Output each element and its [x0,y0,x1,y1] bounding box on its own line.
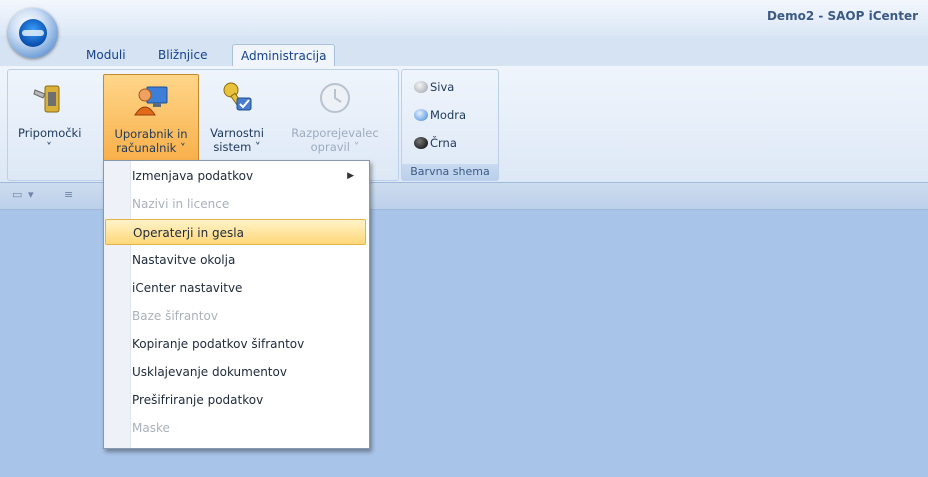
pripomocki-button[interactable]: Pripomočki ˅ [18,74,82,160]
submenu-arrow-icon: ▶ [347,171,354,181]
menu-item-nazivi-in-licence[interactable]: Nazivi in licence [105,191,366,217]
scheme-option-modra-label: Modra [430,108,467,122]
uporabnik-label: Uporabnik in [114,127,188,141]
application-menu-button[interactable] [8,8,58,58]
menu-item-operaterji-in-gesla[interactable]: Operaterji in gesla [105,219,366,245]
menu-item-usklajevanje-dokumentov[interactable]: Usklajevanje dokumentov [105,359,366,385]
scheme-option-siva-label: Siva [430,80,455,94]
uporabnik-racunalnik-button[interactable]: Uporabnik in računalnik ˅ [103,74,199,162]
menu-item-maske[interactable]: Maske [105,415,366,441]
tab-moduli[interactable]: Moduli [78,44,134,66]
razporejevalec-label-line2: opravil ˅ [310,140,360,154]
scheme-option-siva[interactable]: Siva [414,78,454,96]
varnostni-sistem-button[interactable]: Varnostni sistem ˅ [203,74,271,160]
blue-sphere-icon [414,109,428,121]
scheme-option-crna[interactable]: Črna [414,134,457,152]
ribbon-tab-row: Moduli Bližnjice Administracija [0,36,928,67]
menu-item-presifriranje-podatkov[interactable]: Prešifriranje podatkov [105,387,366,413]
gray-sphere-icon [414,81,428,93]
color-scheme-group-label: Barvna shema [402,164,498,180]
app-logo-icon [19,19,47,47]
menu-item-izmenjava-podatkov[interactable]: Izmenjava podatkov ▶ [105,163,366,189]
security-key-icon [219,80,255,116]
ribbon-group-color-scheme: Siva Modra Črna Barvna shema [401,69,499,181]
title-bar: Demo2 - SAOP iCenter [0,0,928,36]
dropdown-menu: Izmenjava podatkov ▶ Nazivi in licence O… [103,160,370,449]
menu-item-label: Izmenjava podatkov [132,169,254,183]
varnostni-label: Varnostni [210,126,264,140]
razporejevalec-opravil-button[interactable]: Razporejevalec opravil ˅ [280,74,390,160]
uporabnik-label-line2: računalnik ˅ [116,141,186,155]
varnostni-label-line2: sistem ˅ [213,140,261,154]
black-sphere-icon [414,137,428,149]
tab-bliznjice[interactable]: Bližnjice [150,44,215,66]
scheme-option-crna-label: Črna [430,136,457,150]
pripomocki-dropdown-arrow: ˅ [46,140,52,154]
tab-administracija[interactable]: Administracija [232,44,336,67]
menu-item-icenter-nastavitve[interactable]: iCenter nastavitve [105,275,366,301]
pripomocki-label: Pripomočki [18,126,82,140]
menu-item-nastavitve-okolja[interactable]: Nastavitve okolja [105,247,366,273]
scheduler-clock-icon [317,80,353,116]
menu-item-baze-sifrantov[interactable]: Baze šifrantov [105,303,366,329]
user-computer-icon [133,81,169,117]
menu-item-kopiranje-podatkov-sifrantov[interactable]: Kopiranje podatkov šifrantov [105,331,366,357]
tools-icon [31,80,67,116]
window-title: Demo2 - SAOP iCenter [766,9,918,23]
document-icon[interactable]: ▭ [12,188,22,201]
razporejevalec-label: Razporejevalec [291,126,379,140]
dropdown-icon[interactable]: ▾ [28,188,34,201]
scheme-option-modra[interactable]: Modra [414,106,466,124]
customize-toolbar-icon[interactable]: ≡ [64,188,73,201]
